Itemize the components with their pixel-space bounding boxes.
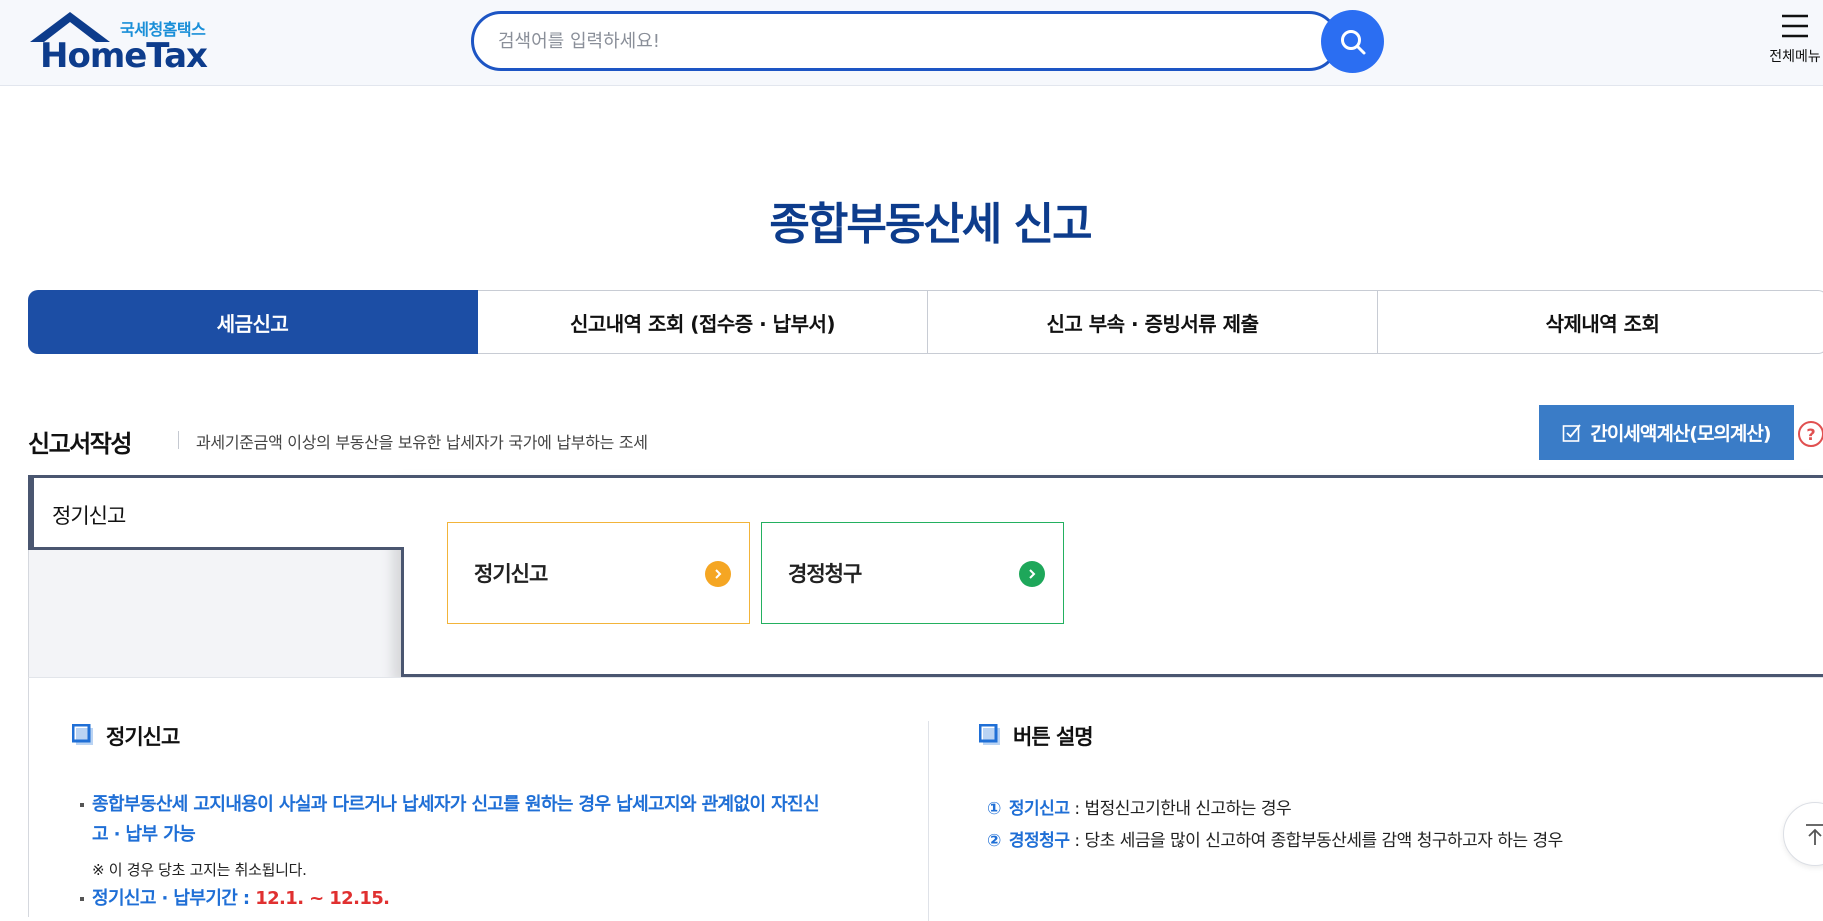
regular-filing-label: 정기신고 [474,562,548,586]
regular-filing-bullet: 종합부동산세 고지내용이 사실과 다르거나 납세자가 신고를 원하는 경우 납세… [80,790,880,820]
tab-filing-history[interactable]: 신고내역 조회 (접수증 · 납부서) [478,290,928,354]
regular-filing-bullet-cont: 고 · 납부 가능 [92,820,196,850]
item-desc: : 법정신고기한내 신고하는 경우 [1069,799,1292,819]
item-term: 경정청구 [1008,831,1070,851]
item-desc: : 당초 세금을 많이 신고하여 종합부동산세를 감액 청구하고자 하는 경우 [1069,831,1563,851]
header: 국세청홈택스 HomeTax 전체메뉴 [0,0,1823,86]
tab-deleted-history[interactable]: 삭제내역 조회 [1378,290,1823,354]
filing-type-label: 정기신고 [52,504,126,528]
button-description-heading: 버튼 설명 [1013,725,1094,749]
section-title: 신고서작성 [28,430,132,458]
regular-filing-heading: 정기신고 [106,725,180,749]
chevron-right-icon [705,561,731,587]
item-number: ① [987,799,1001,819]
checkbox-edit-icon [1563,423,1582,442]
search-input[interactable] [498,14,1258,68]
all-menu-label: 전체메뉴 [1769,49,1821,65]
button-description-item: ② 경정청구 : 당초 세금을 많이 신고하여 종합부동산세를 감액 청구하고자 … [987,826,1563,851]
bullet-dot [80,897,84,901]
hometax-logo[interactable]: 국세청홈택스 HomeTax [28,12,218,76]
regular-filing-button[interactable]: 정기신고 [447,522,750,624]
logo-title: HomeTax [40,36,208,76]
filing-period-label: 정기신고 · 납부기간 : [92,888,256,909]
calc-button-label: 간이세액계산(모의계산) [1590,423,1771,445]
search-button[interactable] [1321,10,1384,73]
search-icon [1340,29,1365,54]
amendment-claim-button[interactable]: 경정청구 [761,522,1064,624]
info-divider [928,721,929,921]
help-icon[interactable]: ? [1798,421,1823,447]
arrow-up-icon [1806,824,1823,845]
chevron-right-icon [1019,561,1045,587]
square-bullet-icon [979,724,1000,745]
bullet-dot [80,803,84,807]
item-number: ② [987,831,1001,851]
simple-tax-calc-button[interactable]: 간이세액계산(모의계산) [1539,405,1794,460]
hamburger-icon [1782,14,1808,38]
all-menu-button[interactable]: 전체메뉴 [1760,10,1823,76]
filing-period-bullet: 정기신고 · 납부기간 : 12.1. ~ 12.15. [80,884,390,914]
amendment-claim-label: 경정청구 [788,562,862,586]
bullet-text-line1: 종합부동산세 고지내용이 사실과 다르거나 납세자가 신고를 원하는 경우 납세… [92,794,820,815]
item-term: 정기신고 [1008,799,1070,819]
divider [178,431,179,449]
square-bullet-icon [72,724,93,745]
tab-tax-filing[interactable]: 세금신고 [28,290,478,354]
page-title: 종합부동산세 신고 [769,199,1092,250]
tab-bar: 세금신고 신고내역 조회 (접수증 · 납부서) 신고 부속 · 증빙서류 제출… [28,290,1823,354]
section-description: 과세기준금액 이상의 부동산을 보유한 납세자가 국가에 납부하는 조세 [196,433,648,452]
tab-document-submission[interactable]: 신고 부속 · 증빙서류 제출 [928,290,1378,354]
cancellation-note: ※ 이 경우 당초 고지는 취소됩니다. [92,861,307,879]
button-description-item: ① 정기신고 : 법정신고기한내 신고하는 경우 [987,794,1292,819]
bullet-text-line2: 고 · 납부 가능 [92,824,196,845]
search-box [471,11,1339,71]
filing-period-value: 12.1. ~ 12.15. [255,888,390,909]
